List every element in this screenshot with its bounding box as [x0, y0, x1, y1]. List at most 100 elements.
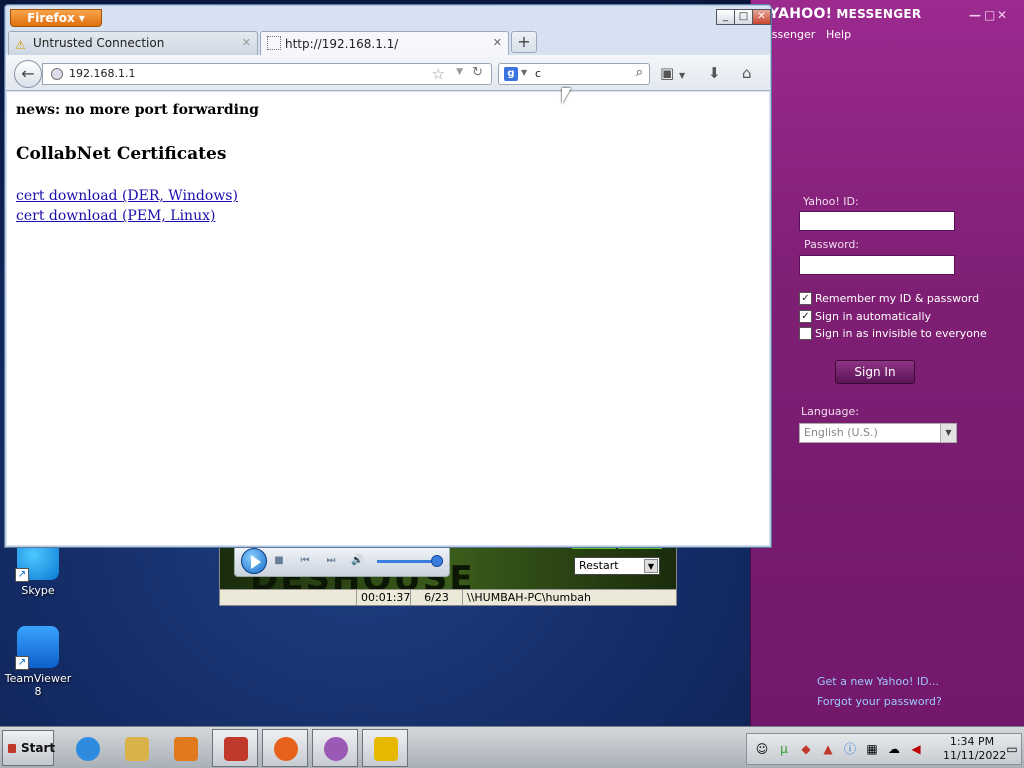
back-button[interactable]: ← — [14, 60, 42, 88]
play-button[interactable] — [241, 548, 267, 574]
page-content: news: no more port forwarding CollabNet … — [7, 92, 769, 545]
stop-button[interactable]: ■ — [273, 555, 285, 567]
clock-date: 11/11/2022 — [943, 749, 1007, 762]
messenger-tray-icon[interactable]: ☁ — [887, 742, 901, 756]
chevron-down-icon: ▼ — [644, 559, 658, 573]
url-bar[interactable]: 192.168.1.1 ☆ ▼ ↻ — [42, 63, 492, 85]
volume-icon[interactable]: 🔊 — [351, 555, 363, 567]
minimize-icon[interactable]: _ — [716, 9, 735, 25]
remember-checkbox[interactable]: ✓ — [799, 292, 812, 305]
yahoo-id-input[interactable] — [799, 211, 955, 231]
menu-help[interactable]: Help — [826, 28, 851, 41]
blank-page-icon — [267, 36, 281, 50]
language-label: Language: — [801, 405, 859, 418]
downloads-icon[interactable]: ⬇ — [708, 64, 721, 82]
invisible-label: Sign in as invisible to everyone — [815, 327, 987, 340]
auto-signin-checkbox[interactable]: ✓ — [799, 310, 812, 323]
taskbar-firefox[interactable] — [262, 729, 308, 767]
network-icon[interactable]: ▦ — [865, 742, 879, 756]
new-tab-button[interactable]: + — [511, 31, 537, 53]
home-icon[interactable]: ⌂ — [742, 64, 752, 82]
chevron-down-icon: ▼ — [940, 424, 956, 442]
tab-untrusted-connection[interactable]: ⚠ Untrusted Connection ✕ — [8, 31, 258, 55]
previous-button[interactable]: ⏮ — [299, 555, 311, 567]
system-tray: ☺ µ ◆ ▲ ⓘ ▦ ☁ ◀ 1:34 PM 11/11/2022 ▭ — [746, 733, 1022, 765]
new-id-link[interactable]: Get a new Yahoo! ID... — [817, 675, 939, 688]
google-icon[interactable]: g — [504, 67, 518, 81]
globe-icon — [51, 68, 63, 80]
search-icon[interactable]: ⌕ — [636, 65, 643, 80]
warning-icon: ⚠ — [15, 38, 26, 52]
taskbar-yahoo-messenger[interactable] — [312, 729, 358, 767]
url-text: 192.168.1.1 — [69, 67, 136, 80]
close-tab-icon[interactable]: ✕ — [242, 36, 251, 49]
smiley-icon[interactable]: ☺ — [755, 742, 769, 756]
chevron-down-icon[interactable]: ▼ — [456, 67, 463, 77]
elapsed-time: 00:01:37 — [356, 590, 410, 606]
action-select[interactable]: Restart ▼ — [574, 557, 660, 575]
taskbar-security[interactable] — [212, 729, 258, 767]
close-tab-icon[interactable]: ✕ — [493, 36, 502, 49]
forgot-password-link[interactable]: Forgot your password? — [817, 695, 942, 708]
reload-icon[interactable]: ↻ — [472, 65, 483, 80]
media-player-window[interactable]: DESHOUSE ■ ⏮ ⏭ 🔊 Restart ▼ 00:01:37 6/23… — [219, 538, 677, 606]
password-input[interactable] — [799, 255, 955, 275]
cert-pem-link[interactable]: cert download (PEM, Linux) — [16, 208, 215, 224]
taskbar-internet-explorer[interactable] — [64, 729, 110, 767]
auto-signin-label: Sign in automatically — [815, 310, 932, 323]
search-input[interactable]: c — [535, 67, 541, 80]
start-button[interactable]: Start — [2, 730, 55, 766]
menu-messenger[interactable]: essenger — [765, 28, 815, 41]
utorrent-icon[interactable]: µ — [777, 742, 791, 756]
taskbar-puzzle-app[interactable] — [362, 729, 408, 767]
taskbar: Start ☺ µ ◆ ▲ ⓘ ▦ ☁ ◀ 1:34 PM 11/11/2022… — [0, 726, 1024, 768]
taskbar-file-explorer[interactable] — [113, 729, 159, 767]
clock[interactable]: 1:34 PM 11/11/2022 — [943, 735, 1007, 763]
mouse-cursor-icon — [562, 88, 571, 104]
firefox-menu-button[interactable]: Firefox ▾ — [10, 9, 102, 27]
volume-slider-knob[interactable] — [431, 555, 443, 567]
show-desktop-icon[interactable]: ▭ — [1005, 742, 1019, 756]
yahoo-id-label: Yahoo! ID: — [803, 195, 859, 208]
news-text: news: no more port forwarding — [16, 102, 259, 118]
language-select[interactable]: English (U.S.) ▼ — [799, 423, 957, 443]
clock-time: 1:34 PM — [949, 735, 995, 748]
media-player-icon — [174, 737, 198, 761]
search-bar[interactable]: g ▼ c ⌕ — [498, 63, 650, 85]
next-button[interactable]: ⏭ — [325, 555, 337, 567]
remember-label: Remember my ID & password — [815, 292, 980, 305]
teamviewer-icon: ↗ — [15, 626, 59, 670]
bookmarks-icon[interactable]: ▣ ▼ — [660, 64, 685, 82]
invisible-checkbox[interactable] — [799, 327, 812, 340]
desktop-icon-label: Skype — [21, 584, 55, 597]
maximize-icon[interactable]: □ — [984, 8, 995, 22]
navigation-toolbar: ← 192.168.1.1 ☆ ▼ ↻ g ▼ c ⌕ ▣ ▼ ⬇ ⌂ — [6, 55, 770, 91]
status-bar: 00:01:37 6/23 \\HUMBAH-PC\humbah — [220, 589, 676, 606]
internet-explorer-icon — [76, 737, 100, 761]
window-title: YAHOO! MESSENGER — [769, 6, 922, 22]
maximize-icon[interactable]: □ — [734, 9, 753, 25]
desktop-icon-label: TeamViewer 8 — [4, 672, 72, 698]
yahoo-messenger-window: YAHOO! MESSENGER — □ ✕ essenger Help Yaho… — [750, 0, 1024, 726]
password-label: Password: — [804, 238, 860, 251]
tab-router[interactable]: http://192.168.1.1/ ✕ — [260, 31, 509, 55]
close-icon[interactable]: ✕ — [997, 8, 1007, 22]
puzzle-app-icon — [374, 737, 398, 761]
minimize-icon[interactable]: — — [969, 8, 981, 22]
page-heading: CollabNet Certificates — [16, 144, 227, 164]
firefox-window: Firefox ▾ _ □ ✕ ⚠ Untrusted Connection ✕ … — [4, 4, 772, 548]
security-shield-icon[interactable]: ◆ — [799, 742, 813, 756]
info-icon[interactable]: ⓘ — [843, 742, 857, 756]
track-counter: 6/23 — [410, 590, 462, 606]
taskbar-media-player[interactable] — [162, 729, 208, 767]
firefox-icon — [274, 737, 298, 761]
close-icon[interactable]: ✕ — [752, 9, 771, 25]
cert-der-link[interactable]: cert download (DER, Windows) — [16, 188, 238, 204]
warning-icon[interactable]: ▲ — [821, 742, 835, 756]
volume-muted-icon[interactable]: ◀ — [909, 742, 923, 756]
bookmark-star-icon[interactable]: ☆ — [432, 65, 445, 83]
playback-controls: ■ ⏮ ⏭ 🔊 — [234, 543, 450, 577]
desktop-icon-teamviewer[interactable]: ↗ TeamViewer 8 — [3, 626, 73, 698]
sign-in-button[interactable]: Sign In — [835, 360, 915, 384]
chevron-down-icon[interactable]: ▼ — [521, 68, 527, 77]
